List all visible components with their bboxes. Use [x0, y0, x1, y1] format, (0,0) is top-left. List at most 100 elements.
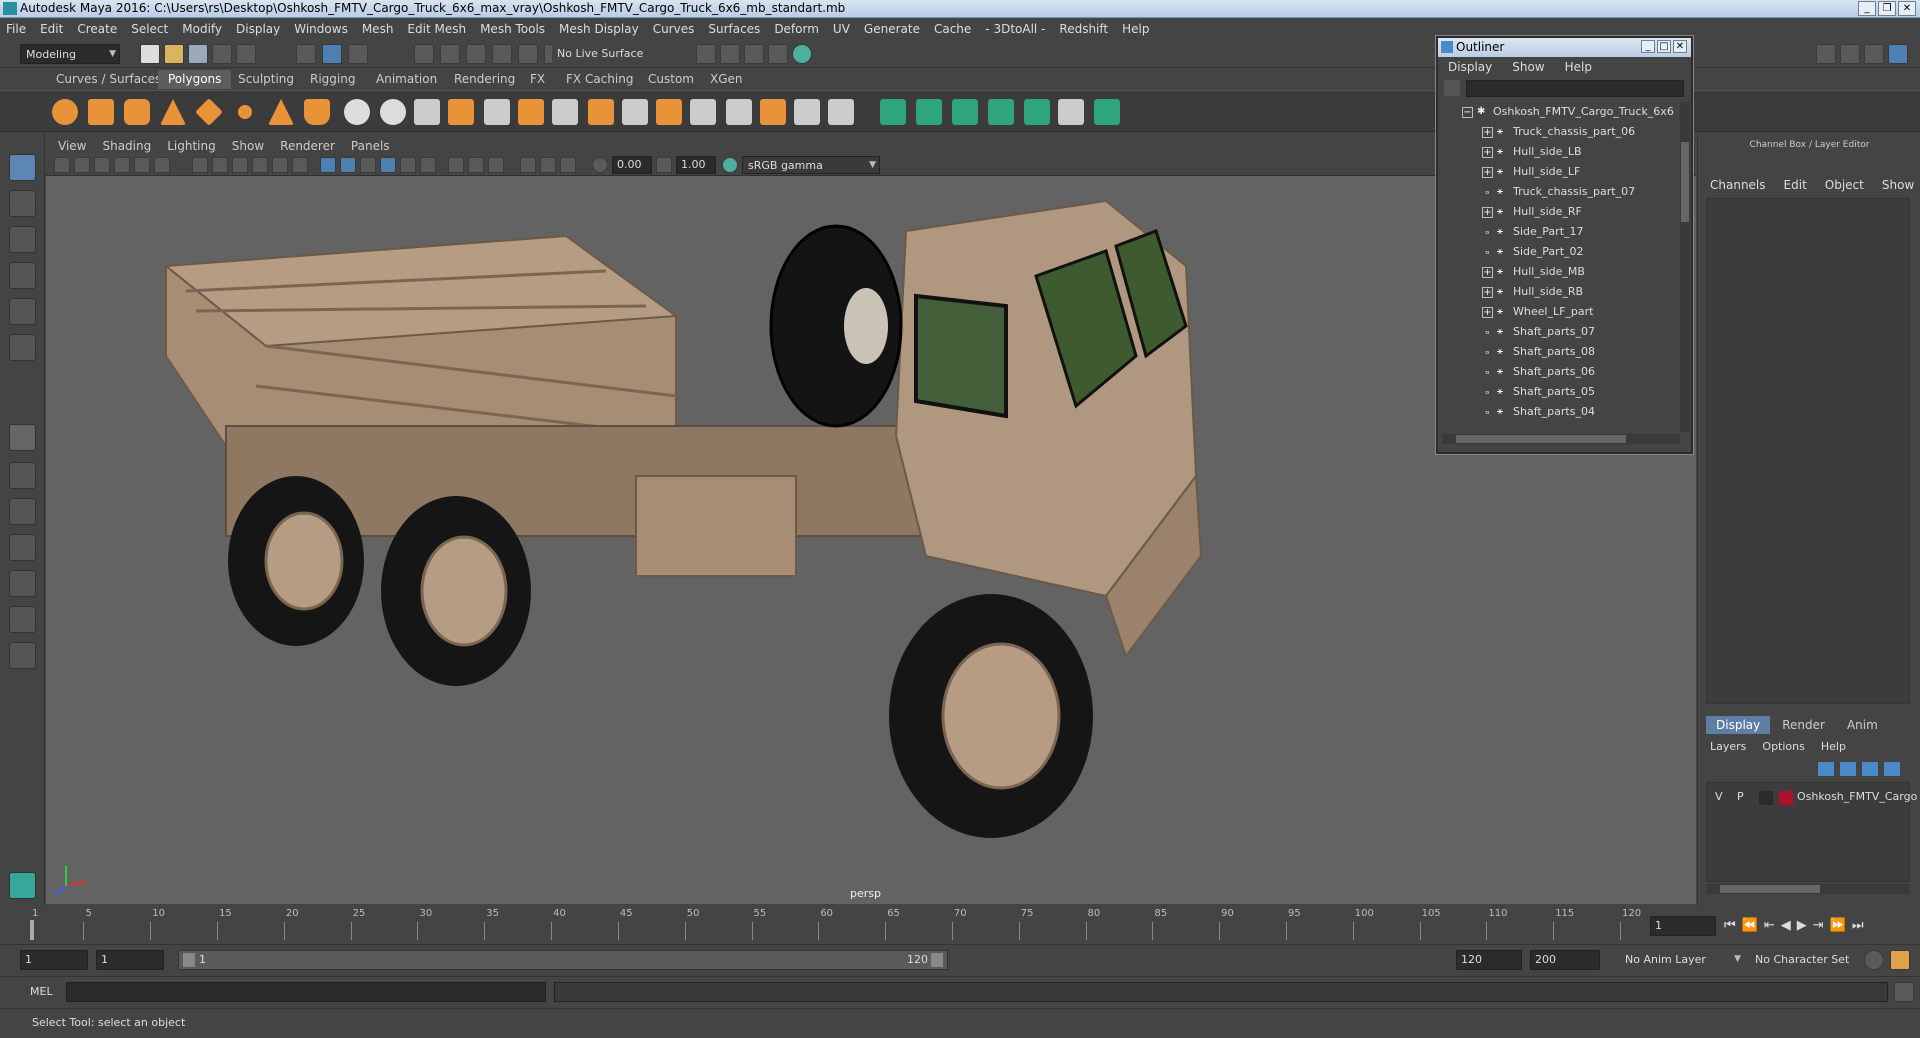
menu-redshift[interactable]: Redshift [1059, 22, 1108, 36]
boolean-icon[interactable] [414, 99, 440, 125]
outliner-item[interactable]: + ⚹ Hull_side_RF [1482, 202, 1582, 222]
uv-editor-icon[interactable] [1024, 99, 1050, 125]
menu-select[interactable]: Select [131, 22, 168, 36]
menu-deform[interactable]: Deform [774, 22, 819, 36]
filter-icon[interactable] [1444, 80, 1460, 96]
expand-icon[interactable]: + [1482, 206, 1493, 218]
outliner-item[interactable]: + ⚹ Hull_side_LB [1482, 142, 1582, 162]
shadows-icon[interactable] [420, 157, 436, 173]
scrollbar-thumb[interactable] [1456, 435, 1626, 443]
outliner-minimize-button[interactable]: _ [1641, 40, 1655, 53]
menu-edit[interactable]: Edit [40, 22, 63, 36]
smooth-icon[interactable] [448, 99, 474, 125]
smooth-shade-icon[interactable] [340, 157, 356, 173]
single-perspective-layout-icon[interactable] [9, 424, 36, 451]
textured-icon[interactable] [380, 157, 396, 173]
poly-torus-icon[interactable] [232, 99, 258, 125]
gamma-icon[interactable] [656, 157, 672, 173]
uv-tools-icon[interactable] [1094, 99, 1120, 125]
step-back-frame-icon[interactable]: ⇤ [1764, 918, 1775, 933]
fill-hole-icon[interactable] [656, 99, 682, 125]
collapse-icon[interactable]: − [1462, 106, 1473, 118]
spherical-map-icon[interactable] [952, 99, 978, 125]
select-component-icon[interactable] [348, 44, 368, 64]
channel-menu-edit[interactable]: Edit [1784, 178, 1807, 192]
playback-end-field[interactable]: 120 [1456, 950, 1522, 970]
attribute-editor-icon[interactable] [1864, 44, 1884, 64]
outliner-title-bar[interactable]: Outliner _ □ ✕ [1438, 38, 1691, 57]
xray-icon[interactable] [540, 157, 556, 173]
tab-custom[interactable]: Custom [638, 70, 704, 89]
snap-point-icon[interactable] [466, 44, 486, 64]
expand-icon[interactable]: + [1482, 146, 1493, 158]
outliner-item[interactable]: + ⚹ Truck_chassis_part_06 [1482, 122, 1635, 142]
mel-label[interactable]: MEL [30, 985, 53, 998]
combine-icon[interactable] [344, 99, 370, 125]
viewport-menu-lighting[interactable]: Lighting [167, 139, 216, 153]
paint-select-tool-icon[interactable] [9, 226, 36, 253]
snap-grid-icon[interactable] [414, 44, 434, 64]
select-object-icon[interactable] [322, 44, 342, 64]
tab-display[interactable]: Display [1706, 716, 1771, 734]
layer-color-swatch[interactable] [1779, 791, 1793, 805]
bevel-icon[interactable] [622, 99, 648, 125]
go-to-end-icon[interactable]: ⏭ [1852, 918, 1864, 933]
persp-outliner-layout-icon[interactable] [9, 570, 36, 597]
snap-curve-icon[interactable] [440, 44, 460, 64]
outliner-persp-layout-icon[interactable] [9, 606, 36, 633]
more-layouts-icon[interactable] [9, 642, 36, 669]
tab-sculpting[interactable]: Sculpting [228, 70, 304, 89]
channel-menu-show[interactable]: Show [1882, 178, 1914, 192]
tab-rigging[interactable]: Rigging [300, 70, 365, 89]
menu-edit-mesh[interactable]: Edit Mesh [407, 22, 466, 36]
go-to-start-icon[interactable]: ⏮ [1724, 918, 1736, 933]
outliner-close-button[interactable]: ✕ [1673, 40, 1687, 53]
viewport-menu-show[interactable]: Show [232, 139, 264, 153]
auto-key-icon[interactable] [1864, 950, 1884, 970]
tab-curves-surfaces[interactable]: Curves / Surfaces [46, 70, 171, 89]
snap-live-icon[interactable] [518, 44, 538, 64]
range-slider[interactable]: 1 120 [178, 950, 948, 970]
render-current-icon[interactable] [720, 44, 740, 64]
four-view-layout-icon[interactable] [9, 462, 36, 489]
insert-edge-loop-icon[interactable] [726, 99, 752, 125]
outliner-menu-display[interactable]: Display [1448, 60, 1492, 74]
outliner-item[interactable]: ₒ ⚹ Truck_chassis_part_07 [1482, 182, 1635, 202]
render-settings-icon[interactable] [768, 44, 788, 64]
layer-visibility-toggle[interactable]: V [1715, 790, 1723, 803]
grease-pencil-icon[interactable] [154, 157, 170, 173]
layer-horizontal-scrollbar[interactable] [1706, 884, 1910, 894]
animation-end-field[interactable]: 200 [1530, 950, 1600, 970]
select-tool-icon[interactable] [9, 154, 36, 181]
collapse-icon[interactable] [828, 99, 854, 125]
checker-icon[interactable] [1058, 99, 1084, 125]
multi-cut-icon[interactable] [552, 99, 578, 125]
menu-curves[interactable]: Curves [653, 22, 695, 36]
poly-pyramid-icon[interactable] [268, 99, 294, 125]
channel-box-toggle-icon[interactable] [1888, 44, 1908, 64]
play-forwards-icon[interactable]: ▶ [1797, 918, 1807, 933]
image-plane-icon[interactable] [114, 157, 130, 173]
undo-icon[interactable] [212, 44, 232, 64]
color-management-icon[interactable] [722, 157, 738, 173]
outliner-item[interactable]: ₒ ⚹ Shaft_parts_05 [1482, 382, 1595, 402]
scrollbar-thumb[interactable] [1681, 142, 1689, 222]
script-editor-icon[interactable] [1894, 982, 1914, 1002]
move-layer-up-icon[interactable] [1818, 762, 1834, 776]
layer-playback-toggle[interactable]: P [1737, 790, 1744, 803]
gamma-field[interactable]: 1.00 [676, 156, 716, 174]
side-by-side-layout-icon[interactable] [9, 498, 36, 525]
step-forward-frame-icon[interactable]: ⇥ [1813, 918, 1824, 933]
menu-cache[interactable]: Cache [934, 22, 971, 36]
expand-icon[interactable]: + [1482, 266, 1493, 278]
open-scene-icon[interactable] [164, 44, 184, 64]
character-set-dropdown[interactable]: No Character Set [1750, 950, 1864, 970]
outliner-menu-show[interactable]: Show [1512, 60, 1544, 74]
tab-polygons[interactable]: Polygons [158, 70, 232, 89]
step-forward-key-icon[interactable]: ⏩ [1830, 918, 1846, 933]
outliner-item[interactable]: + ⚹ Hull_side_MB [1482, 262, 1585, 282]
menu-windows[interactable]: Windows [294, 22, 348, 36]
wireframe-icon[interactable] [320, 157, 336, 173]
outliner-item[interactable]: + ⚹ Wheel_LF_part [1482, 302, 1593, 322]
outliner-vertical-scrollbar[interactable] [1680, 102, 1690, 432]
